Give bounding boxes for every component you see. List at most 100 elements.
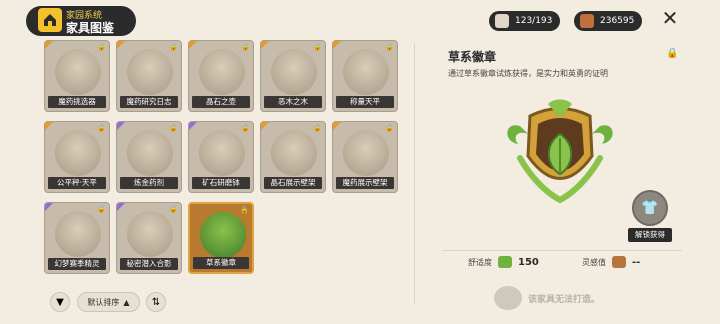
inspiration-value: -- xyxy=(632,256,641,268)
lock-icon: 🔒 xyxy=(97,124,106,132)
card-9[interactable]: 🔒 魔药展示壁架 xyxy=(332,121,398,193)
card-6[interactable]: 🔒 炼金药剂 xyxy=(116,121,182,193)
scale-icon xyxy=(343,49,389,95)
rarity-marker xyxy=(45,203,53,211)
card-label: 炼金药剂 xyxy=(120,177,178,189)
painting-icon xyxy=(55,211,101,257)
sort-order-button[interactable]: ⇅ xyxy=(146,292,166,312)
unlock-source-button[interactable]: 👕 解锁获得 xyxy=(628,190,674,244)
mortar-icon xyxy=(199,130,245,176)
card-label: 恶木之木 xyxy=(264,96,322,108)
crafting-gear-icon xyxy=(494,286,522,310)
card-5[interactable]: 🔒 公平秤·天平 xyxy=(44,121,110,193)
balance-scale-icon xyxy=(55,130,101,176)
rarity-marker xyxy=(117,122,125,130)
comfort-icon xyxy=(498,256,512,268)
lock-icon: 🔒 xyxy=(241,124,250,132)
currency-value: 236595 xyxy=(600,16,635,26)
card-label: 称量天平 xyxy=(336,96,394,108)
detail-title: 草系徽章 xyxy=(448,50,497,64)
card-label: 魔药研究日志 xyxy=(120,96,178,108)
rarity-marker xyxy=(117,203,125,211)
card-label: 魔药挑选器 xyxy=(48,96,106,108)
panel-divider xyxy=(414,44,415,304)
rarity-marker xyxy=(261,122,269,130)
potion-icon xyxy=(127,130,173,176)
card-8[interactable]: 🔒 晶石展示壁架 xyxy=(260,121,326,193)
sort-label: 默认排序 xyxy=(87,297,120,307)
card-label: 魔药展示壁架 xyxy=(336,177,394,189)
rarity-marker xyxy=(333,122,341,130)
rarity-marker xyxy=(189,41,197,49)
lock-icon: 🔒 xyxy=(241,43,250,51)
lock-icon: 🔒 xyxy=(169,124,178,132)
furniture-icon xyxy=(495,14,509,28)
comfort-label: 舒适度 xyxy=(468,257,492,267)
home-icon xyxy=(36,6,64,34)
card-10[interactable]: 🔒 幻梦赛季精灵 xyxy=(44,202,110,274)
collection-count: 123/193 xyxy=(489,11,561,31)
lock-icon: 🔒 xyxy=(385,124,394,132)
photo-frame-icon xyxy=(127,211,173,257)
card-label: 秘密潜入合影 xyxy=(120,258,178,270)
no-craft-text: 该家具无法打造。 xyxy=(528,294,601,305)
no-craft-notice: 该家具无法打造。 xyxy=(494,286,600,310)
hourglass-icon xyxy=(55,49,101,95)
inspiration-icon xyxy=(612,256,626,268)
lock-icon: 🔒 xyxy=(313,124,322,132)
header-bar: 家园系统 家具图鉴 123/193 236595 ✕ xyxy=(0,0,720,40)
sort-dropdown[interactable]: 默认排序 ▲ xyxy=(77,292,140,312)
card-label: 晶石展示壁架 xyxy=(264,177,322,189)
crystal-shelf-icon xyxy=(271,130,317,176)
card-label: 公平秤·天平 xyxy=(48,177,106,189)
rarity-marker xyxy=(333,41,341,49)
crystal-pot-icon xyxy=(199,49,245,95)
grass-badge-icon xyxy=(200,212,246,258)
card-label: 矿石研磨钵 xyxy=(192,177,250,189)
card-4[interactable]: 🔒 称量天平 xyxy=(332,40,398,112)
card-3[interactable]: 🔒 恶木之木 xyxy=(260,40,326,112)
comfort-stat: 舒适度 150 xyxy=(468,256,539,268)
grass-badge-image xyxy=(500,96,620,208)
page-title: 家具图鉴 xyxy=(66,21,115,35)
card-label: 晶石之壶 xyxy=(192,96,250,108)
shirt-icon: 👕 xyxy=(632,190,668,226)
rarity-marker xyxy=(261,41,269,49)
rarity-marker xyxy=(189,122,197,130)
detail-description: 通过草系徽章试炼获得，是实力和英勇的证明 xyxy=(448,69,608,78)
card-12-selected[interactable]: 🔒 草系徽章 xyxy=(188,202,254,274)
stats-divider xyxy=(442,250,682,251)
comfort-value: 150 xyxy=(518,256,539,268)
rarity-marker xyxy=(45,122,53,130)
card-label: 草系徽章 xyxy=(193,257,249,269)
filter-button[interactable]: ▼ xyxy=(50,292,70,312)
lock-icon: 🔒 xyxy=(169,43,178,51)
funnel-icon: ▼ xyxy=(56,296,64,308)
card-7[interactable]: 🔒 矿石研磨钵 xyxy=(188,121,254,193)
wood-currency-icon xyxy=(580,14,594,28)
detail-lock-icon: 🔒 xyxy=(666,48,679,59)
lock-icon: 🔒 xyxy=(97,205,106,213)
collection-count-value: 123/193 xyxy=(515,16,553,26)
card-label: 幻梦赛季精灵 xyxy=(48,258,106,270)
card-1[interactable]: 🔒 魔药研究日志 xyxy=(116,40,182,112)
inspiration-stat: 灵感值 -- xyxy=(582,256,640,268)
rarity-marker xyxy=(117,41,125,49)
lock-icon: 🔒 xyxy=(169,205,178,213)
dark-tree-icon xyxy=(271,49,317,95)
card-11[interactable]: 🔒 秘密潜入合影 xyxy=(116,202,182,274)
sort-arrow-icon: ▲ xyxy=(123,297,130,307)
inspiration-label: 灵感值 xyxy=(582,257,606,267)
lock-icon: 🔒 xyxy=(97,43,106,51)
journal-icon xyxy=(127,49,173,95)
lock-icon: 🔒 xyxy=(240,206,249,214)
card-2[interactable]: 🔒 晶石之壶 xyxy=(188,40,254,112)
lock-icon: 🔒 xyxy=(385,43,394,51)
potion-shelf-icon xyxy=(343,130,389,176)
currency-count: 236595 xyxy=(574,11,643,31)
lock-icon: 🔒 xyxy=(313,43,322,51)
sort-order-icon: ⇅ xyxy=(151,296,161,308)
close-button[interactable]: ✕ xyxy=(659,7,681,29)
rarity-marker xyxy=(45,41,53,49)
card-0[interactable]: 🔒 魔药挑选器 xyxy=(44,40,110,112)
